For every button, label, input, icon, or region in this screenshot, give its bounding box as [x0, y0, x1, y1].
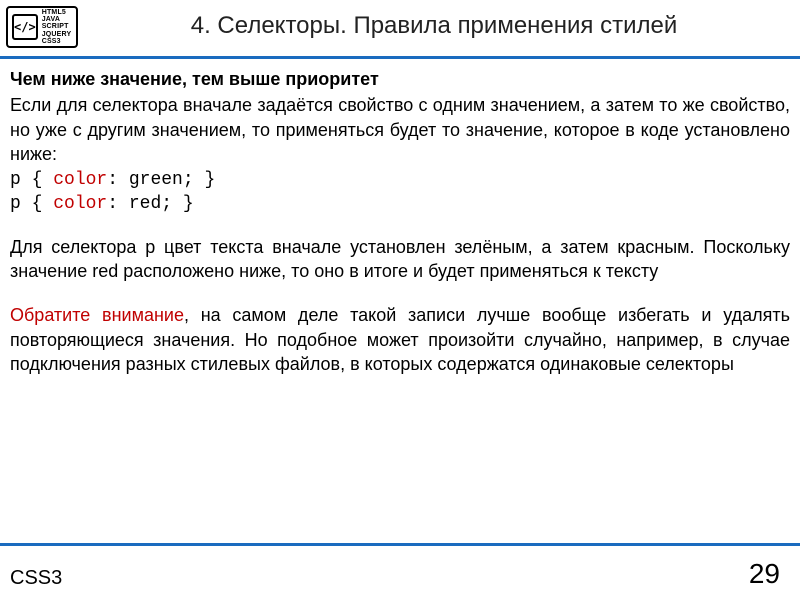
code-prefix: p { — [10, 194, 53, 214]
slide-header: </> HTML5 JAVA SCRIPT JQUERY CSS3 4. Сел… — [0, 0, 800, 52]
code-suffix: : green; } — [107, 170, 215, 190]
tech-badge: </> HTML5 JAVA SCRIPT JQUERY CSS3 — [6, 6, 78, 48]
divider-top — [0, 56, 800, 59]
note-heading: Обратите внимание — [10, 305, 184, 325]
subheading: Чем ниже значение, тем выше приоритет — [10, 67, 790, 91]
code-suffix: : red; } — [107, 194, 193, 214]
code-icon: </> — [12, 14, 38, 40]
slide-footer: CSS3 29 — [0, 554, 800, 600]
badge-line: HTML5 — [42, 9, 72, 16]
footer-left: CSS3 — [10, 567, 62, 590]
code-property: color — [53, 194, 107, 214]
badge-line: JAVA SCRIPT — [42, 16, 72, 31]
page-number: 29 — [749, 558, 780, 590]
divider-bottom — [0, 543, 800, 546]
code-line-2: p { color: red; } — [10, 192, 790, 216]
note-paragraph: Обратите внимание, на самом деле такой з… — [10, 303, 790, 376]
code-prefix: p { — [10, 170, 53, 190]
paragraph-2: Для селектора p цвет текста вначале уста… — [10, 235, 790, 284]
slide-content: Чем ниже значение, тем выше приоритет Ес… — [0, 67, 800, 539]
code-line-1: p { color: green; } — [10, 168, 790, 192]
badge-text: HTML5 JAVA SCRIPT JQUERY CSS3 — [42, 9, 72, 46]
paragraph-1: Если для селектора вначале задаётся свой… — [10, 93, 790, 166]
slide: </> HTML5 JAVA SCRIPT JQUERY CSS3 4. Сел… — [0, 0, 800, 600]
badge-line: JQUERY — [42, 31, 72, 38]
badge-line: CSS3 — [42, 38, 72, 45]
code-property: color — [53, 170, 107, 190]
slide-title: 4. Селекторы. Правила применения стилей — [78, 6, 790, 40]
